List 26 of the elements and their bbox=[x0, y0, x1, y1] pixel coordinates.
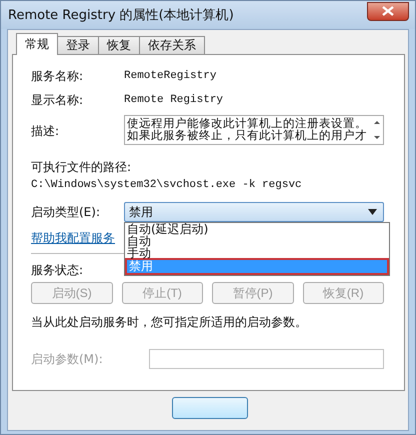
field-label: 显示名称: bbox=[31, 92, 84, 108]
field-label: 服务状态: bbox=[31, 262, 84, 278]
description-box[interactable]: 使远程用户能修改此计算机上的注册表设置。 如果此服务被终止，只有此计算机上的用户才 bbox=[124, 115, 384, 145]
field-label: 描述: bbox=[31, 123, 60, 140]
tab[interactable]: 恢复 bbox=[98, 36, 140, 54]
field-label: 启动参数(M): bbox=[31, 350, 104, 368]
close-icon bbox=[382, 6, 394, 16]
tab[interactable]: 依存关系 bbox=[139, 36, 205, 54]
note-text: 当从此处启动服务时，您可指定所适用的启动参数。 bbox=[31, 314, 308, 331]
field-label: 启动类型(E): bbox=[31, 204, 101, 220]
window-title: Remote Registry 的属性(本地计算机) bbox=[8, 7, 234, 24]
close-button[interactable] bbox=[367, 2, 409, 20]
field-value: Remote Registry bbox=[124, 94, 224, 106]
path-value: C:\Windows\system32\svchost.exe -k regsvc bbox=[31, 179, 303, 191]
field-label: 可执行文件的路径: bbox=[31, 159, 132, 176]
startup-type-dropdown[interactable]: 禁用 bbox=[124, 202, 384, 222]
dialog-button[interactable] bbox=[172, 397, 248, 419]
dropdown-option[interactable]: 手动 bbox=[125, 247, 389, 259]
dropdown-option[interactable]: 自动(延迟启动) bbox=[125, 223, 389, 235]
caret-icon bbox=[368, 209, 377, 215]
help-link[interactable]: 帮助我配置服务 bbox=[31, 230, 115, 247]
tab[interactable]: 常规 bbox=[16, 33, 58, 55]
tab[interactable]: 登录 bbox=[57, 36, 99, 54]
dropdown-option[interactable]: 自动 bbox=[125, 235, 389, 247]
field-label: 服务名称: bbox=[31, 68, 84, 84]
field-value: RemoteRegistry bbox=[124, 70, 216, 82]
